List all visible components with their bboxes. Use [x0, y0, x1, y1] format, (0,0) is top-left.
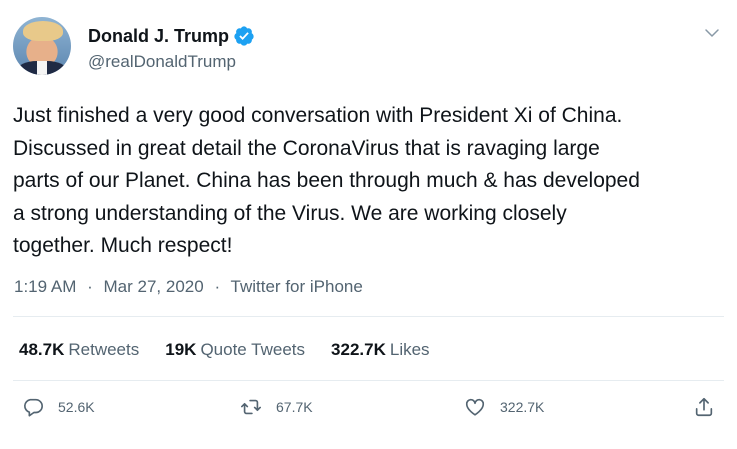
tweet-text: Just finished a very good conversation w…: [13, 104, 640, 257]
avatar[interactable]: [13, 17, 71, 75]
retweets-count: 48.7K: [19, 340, 65, 359]
meta-separator: ·: [214, 277, 221, 296]
quote-tweets-count: 19K: [165, 340, 197, 359]
like-button[interactable]: 322.7K: [464, 396, 544, 418]
reply-icon: [24, 398, 43, 417]
tweet-metadata: 1:19 AM · Mar 27, 2020 · Twitter for iPh…: [14, 277, 363, 297]
author-name-row[interactable]: Donald J. Trump: [88, 25, 255, 47]
likes-stat[interactable]: 322.7K Likes: [331, 340, 430, 360]
avatar-hair: [23, 21, 63, 41]
engagement-stats: 48.7K Retweets 19K Quote Tweets 322.7K Like…: [19, 340, 456, 360]
like-icon: [465, 398, 485, 416]
tweet-action-bar: 52.6K 67.7K 322.7K: [0, 396, 737, 428]
retweet-button[interactable]: 67.7K: [240, 396, 313, 418]
meta-separator: ·: [87, 277, 93, 296]
share-button[interactable]: [693, 396, 715, 418]
author-display-name[interactable]: Donald J. Trump: [88, 26, 229, 47]
tweet-card: Donald J. Trump @realDonaldTrump Just fi…: [0, 0, 737, 449]
retweet-count: 67.7K: [276, 399, 313, 415]
retweets-label: Retweets: [68, 340, 140, 359]
quote-tweets-stat[interactable]: 19K Quote Tweets: [165, 340, 305, 360]
more-options-chevron-down-icon[interactable]: [703, 24, 721, 42]
author-handle[interactable]: @realDonaldTrump: [88, 52, 236, 72]
retweet-icon: [241, 399, 261, 415]
verified-badge-icon: [233, 25, 255, 47]
quote-tweets-label: Quote Tweets: [200, 340, 306, 359]
divider: [13, 380, 724, 381]
likes-label: Likes: [389, 340, 430, 359]
share-icon: [695, 397, 713, 417]
reply-count: 52.6K: [58, 399, 95, 415]
like-count: 322.7K: [500, 399, 545, 415]
retweets-stat[interactable]: 48.7K Retweets: [19, 340, 139, 360]
tweet-time[interactable]: 1:19 AM: [14, 277, 76, 296]
avatar-shirt: [37, 61, 47, 75]
tweet-source[interactable]: Twitter for iPhone: [231, 277, 363, 296]
reply-button[interactable]: 52.6K: [22, 396, 95, 418]
divider: [13, 316, 724, 317]
tweet-date[interactable]: Mar 27, 2020: [104, 277, 204, 296]
likes-count: 322.7K: [331, 340, 386, 359]
